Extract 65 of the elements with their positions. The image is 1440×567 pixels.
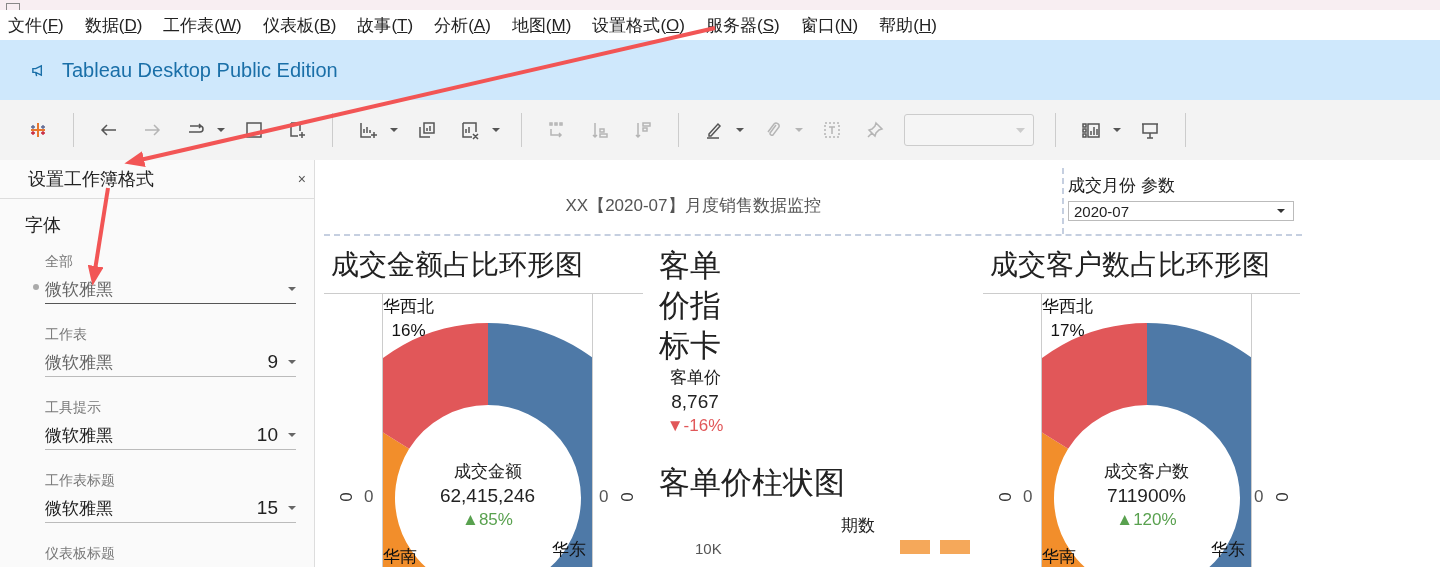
axis-tick: 0	[599, 487, 609, 507]
sheet-title: 客单价指标卡	[659, 247, 722, 365]
font-dropdown[interactable]: 微软雅黑 10	[45, 421, 296, 450]
axis-tick: 0	[1254, 487, 1264, 507]
font-dropdown[interactable]: 微软雅黑 15	[45, 494, 296, 523]
sheet-title: 成交金额占比环形图	[324, 236, 643, 294]
axis-tick: 0	[364, 487, 374, 507]
font-dropdown[interactable]: 微软雅黑 9	[45, 348, 296, 377]
column-header: 期数	[841, 515, 875, 537]
dashboard-title: XX【2020-07】月度销售数据监控	[324, 168, 1064, 234]
center-value: 62,415,246	[439, 484, 536, 508]
caret-icon	[1277, 209, 1285, 213]
menu-item[interactable]: 数据(D)	[84, 13, 143, 37]
menu-item[interactable]: 文件(F)	[8, 13, 64, 37]
center-value: 711900%	[1107, 484, 1186, 508]
metric-value: 8,767	[671, 390, 719, 414]
axis-title: 0	[615, 492, 636, 502]
menu-item[interactable]: 分析(A)	[434, 13, 491, 37]
menu-item[interactable]: 工作表(W)	[163, 13, 242, 37]
metric-label: 客单价	[669, 367, 721, 389]
caret-icon	[1016, 127, 1025, 133]
center-change: ▲120%	[1116, 509, 1177, 531]
menu-item[interactable]: 设置格式(O)	[592, 13, 685, 37]
slice-label: 华南	[383, 546, 417, 567]
axis-title: 0	[993, 492, 1014, 502]
sheet-title: 成交客户数占比环形图	[983, 236, 1300, 294]
menu-item[interactable]: 帮助(H)	[879, 13, 937, 37]
slice-label: 华西北 17%	[1042, 296, 1093, 342]
font-dropdown[interactable]: 微软雅黑	[45, 275, 296, 304]
field-label: 工作表	[45, 326, 88, 344]
parameter-label: 成交月份 参数	[1068, 175, 1176, 197]
center-change: ▲85%	[462, 509, 513, 531]
sheet-title: 客单价柱状图	[659, 464, 846, 502]
slice-label: 华西北 16%	[383, 296, 434, 342]
center-label: 成交客户数	[1104, 461, 1189, 483]
caret-icon[interactable]	[492, 128, 500, 132]
field-label: 工具提示	[45, 399, 102, 417]
menu-item[interactable]: 窗口(N)	[800, 13, 859, 37]
metric-change: ▼-16%	[666, 415, 724, 437]
caret-icon[interactable]	[217, 128, 225, 132]
menu-item[interactable]: 故事(T)	[357, 13, 414, 37]
parameter-dropdown[interactable]: 2020-07	[1068, 201, 1294, 221]
field-label: 全部	[45, 253, 74, 271]
caret-icon[interactable]	[1113, 128, 1121, 132]
axis-tick: 0	[1023, 487, 1033, 507]
close-button[interactable]: ×	[297, 171, 306, 187]
slice-label: 华南	[1042, 546, 1076, 567]
panel-title: 设置工作簿格式	[28, 168, 154, 191]
axis-tick: 10K	[695, 540, 722, 557]
center-label: 成交金额	[453, 461, 522, 483]
caret-icon	[288, 287, 296, 291]
caret-icon[interactable]	[736, 128, 744, 132]
caret-icon	[288, 506, 296, 510]
caret-icon[interactable]	[390, 128, 398, 132]
app-icon	[6, 3, 20, 10]
menu-item[interactable]: 地图(M)	[511, 13, 572, 37]
banner-title: Tableau Desktop Public Edition	[62, 58, 338, 82]
field-label: 仪表板标题	[45, 545, 116, 563]
section-heading: 字体	[25, 215, 61, 235]
menu-item[interactable]: 仪表板(B)	[262, 13, 337, 37]
caret-icon	[288, 360, 296, 364]
axis-title: 0	[1270, 492, 1291, 502]
axis-title: 0	[334, 492, 355, 502]
field-label: 工作表标题	[45, 472, 116, 490]
caret-icon	[288, 433, 296, 437]
